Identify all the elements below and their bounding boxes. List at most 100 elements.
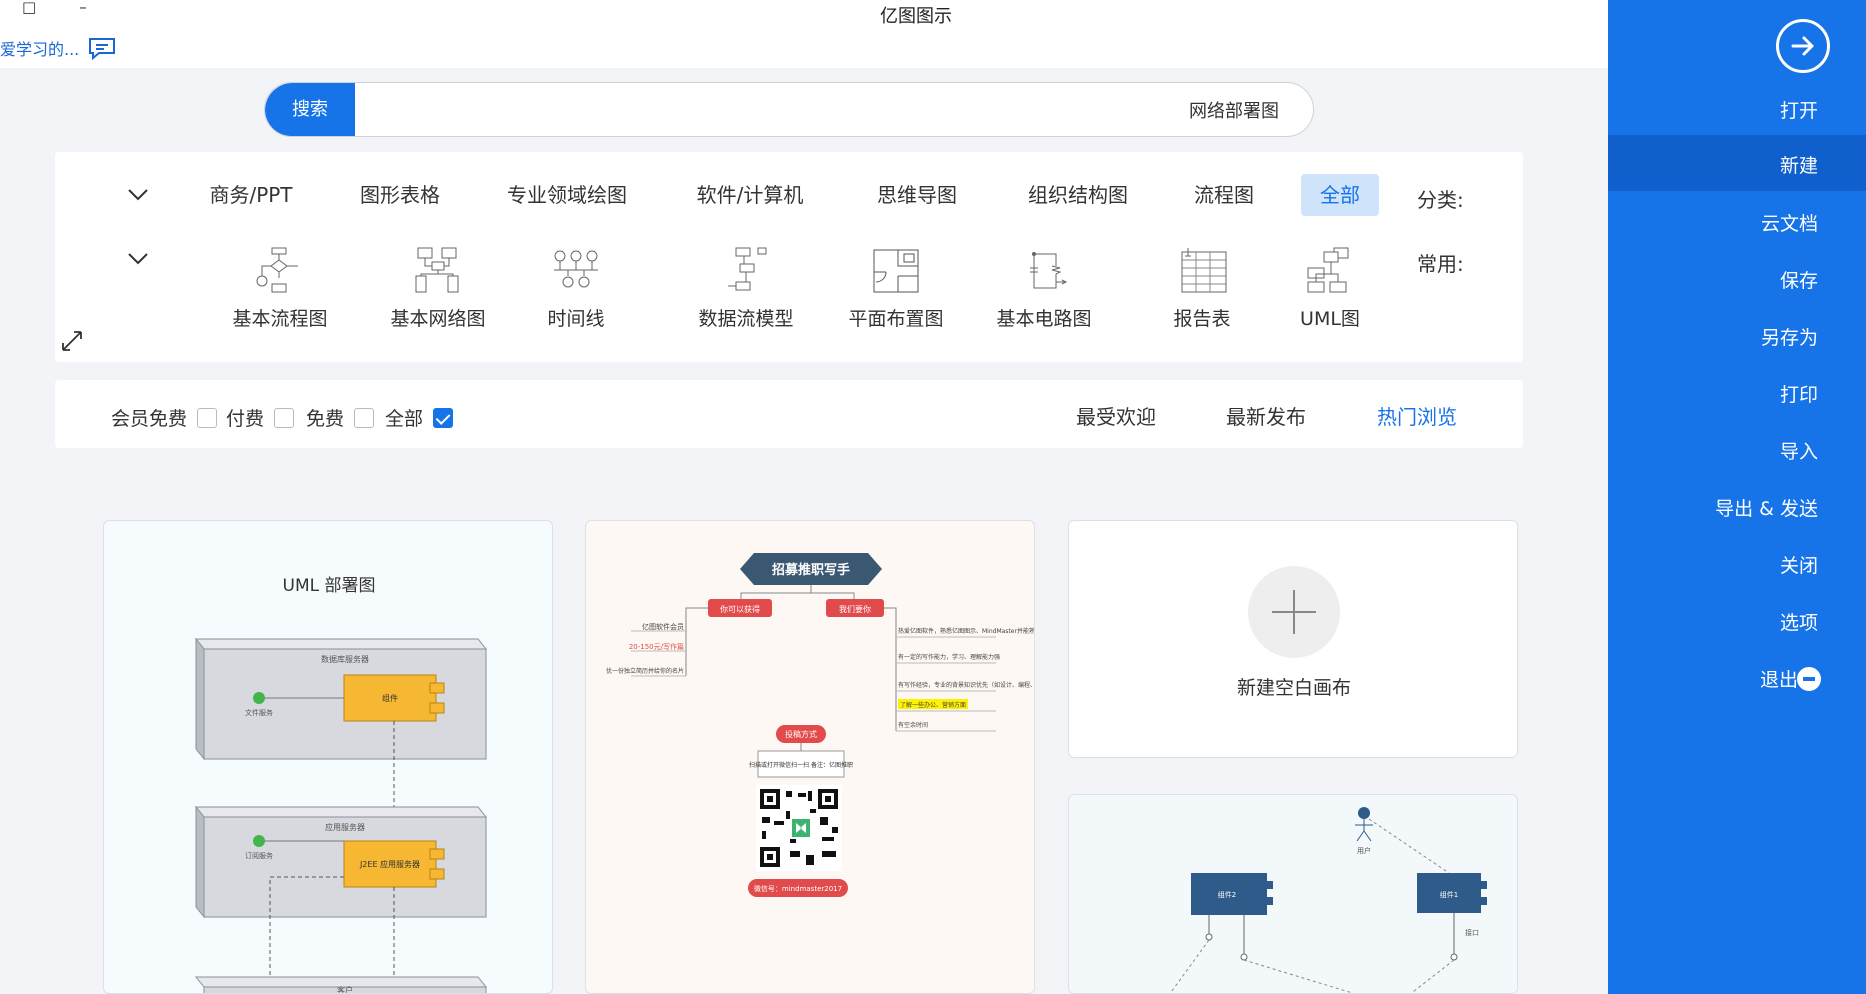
app-title: 亿图图示	[880, 6, 952, 27]
template-circuit[interactable]: 基本电路图	[979, 246, 1109, 331]
mind-map-preview: 招募推职写手 你可以获得 我们要你 亿图软件会员 20-150元/写作篇 优一份…	[606, 553, 1035, 897]
window-controls: □ –	[22, 0, 90, 18]
new-blank-label: 新建空白画布	[1236, 677, 1351, 699]
checkbox-paid[interactable]	[274, 407, 295, 428]
uml-title: UML 部署图	[283, 576, 376, 596]
mind-right-item: 有空余时间	[898, 721, 928, 729]
uml-node-label: 客户	[337, 985, 353, 994]
menu-cloud-docs[interactable]: 云文档	[1608, 193, 1866, 249]
checkbox-free[interactable]	[354, 407, 375, 428]
menu-exit[interactable]: 退出	[1608, 649, 1866, 705]
menu-import[interactable]: 导入	[1608, 421, 1866, 477]
floor-plan-icon	[873, 249, 919, 293]
category-mind-map[interactable]: 思维导图	[867, 174, 967, 216]
sort-newest[interactable]: 最新发布	[1226, 401, 1306, 430]
back-arrow-icon[interactable]	[1776, 19, 1830, 73]
mind-left-item: 优一份独立简历并给你的名片	[606, 667, 684, 675]
checkbox-member-free[interactable]	[197, 407, 218, 428]
template-uml[interactable]: UML图	[1265, 246, 1395, 331]
menu-print[interactable]: 打印	[1608, 364, 1866, 420]
template-search-bar: 搜索	[264, 82, 1314, 137]
uml-icon	[1307, 247, 1349, 293]
category-org-chart[interactable]: 组织结构图	[1015, 174, 1141, 216]
network-icon	[415, 247, 459, 293]
mind-right-item: 有一定的写作能力，学习、理解能力强	[898, 653, 1000, 661]
mind-right-item: 有写作经验，专业的背景知识优先（如设计、编程、办公）	[898, 681, 1035, 689]
uml-port-label: 文件服务	[245, 708, 273, 717]
uml-component-label: 组件	[382, 693, 398, 703]
uml-port-label: 订阅服务	[245, 851, 273, 860]
message-icon	[89, 38, 116, 60]
template-report-table[interactable]: 报告表	[1137, 246, 1267, 331]
mind-right-branch: 我们要你	[839, 604, 871, 614]
template-data-flow[interactable]: 数据流模型	[681, 246, 811, 331]
mind-wechat: 微信号：mindmaster2017	[754, 884, 842, 893]
file-menu-sidebar: 打开 新建 云文档 保存 另存为 打印 导入 导出 & 发送 关闭 选项 退出	[1608, 0, 1866, 994]
sort-hot[interactable]: 热门浏览	[1377, 401, 1457, 430]
mind-title: 招募推职写手	[772, 562, 850, 578]
mind-left-branch: 你可以获得	[720, 604, 760, 614]
category-software[interactable]: 软件/计算机	[685, 174, 815, 216]
data-flow-icon	[728, 247, 767, 291]
comp-label: 接口	[1465, 928, 1479, 937]
common-label: 常用:	[1417, 252, 1464, 276]
uml-component-label: J2EE 应用服务器	[359, 859, 420, 869]
category-flowchart[interactable]: 流程图	[1184, 174, 1264, 216]
comp-label: 组件2	[1218, 890, 1236, 899]
category-graphic-table[interactable]: 图形表格	[345, 174, 455, 216]
comp-label: 用户	[1357, 846, 1371, 855]
new-blank-canvas-card[interactable]: 新建空白画布	[1068, 520, 1518, 758]
title-bar: □ – 亿图图示 爱学习的...	[0, 0, 1608, 68]
chevron-down-icon[interactable]	[127, 252, 149, 266]
filter-member-free[interactable]: 会员免费	[111, 404, 218, 431]
mind-left-item: 亿图软件会员	[642, 622, 684, 631]
filter-paid[interactable]: 付费	[226, 404, 295, 431]
uml-deployment-preview: UML 部署图 数据库服务器 组件 文件服务 应用服务器 J2EE 应用服务器 …	[194, 576, 488, 994]
uml-node-label: 应用服务器	[325, 822, 365, 832]
category-all[interactable]: 全部	[1301, 174, 1379, 216]
category-panel: 分类: 全部 流程图 组织结构图 思维导图 软件/计算机 专业领域绘图 图形表格…	[55, 152, 1523, 362]
menu-save[interactable]: 保存	[1608, 250, 1866, 306]
template-card-component[interactable]: 用户 组件1 组件2 接口	[1068, 794, 1518, 994]
uml-node-label: 数据库服务器	[321, 654, 369, 664]
category-label: 分类:	[1417, 188, 1464, 212]
template-network[interactable]: 基本网络图	[373, 246, 503, 331]
exit-icon	[1797, 667, 1821, 691]
checkbox-all[interactable]	[433, 407, 454, 428]
template-flowchart[interactable]: 基本流程图	[215, 246, 345, 331]
filter-free[interactable]: 免费	[306, 404, 375, 431]
flowchart-icon	[256, 247, 298, 293]
user-account-link[interactable]: 爱学习的...	[0, 36, 117, 60]
menu-new[interactable]: 新建	[1608, 135, 1866, 191]
mind-left-item: 20-150元/写作篇	[629, 642, 684, 651]
plus-icon	[1248, 566, 1340, 658]
maximize-button[interactable]: □	[22, 0, 36, 18]
menu-options[interactable]: 选项	[1608, 592, 1866, 648]
comp-label: 组件1	[1440, 890, 1458, 899]
category-business-ppt[interactable]: 商务/PPT	[187, 174, 315, 216]
menu-export-send[interactable]: 导出 & 发送	[1608, 478, 1866, 534]
menu-close[interactable]: 关闭	[1608, 535, 1866, 591]
template-card-uml-deployment[interactable]: UML 部署图 数据库服务器 组件 文件服务 应用服务器 J2EE 应用服务器 …	[103, 520, 553, 994]
expand-icon[interactable]	[61, 330, 83, 352]
template-timeline[interactable]: 时间线	[511, 246, 641, 331]
timeline-icon	[554, 250, 598, 288]
mind-bottom-text: 扫描或打开微信扫一扫 备注：亿图推职	[749, 761, 853, 769]
circuit-icon	[1030, 252, 1068, 289]
template-card-mind-map[interactable]: 招募推职写手 你可以获得 我们要你 亿图软件会员 20-150元/写作篇 优一份…	[585, 520, 1035, 994]
minimize-button[interactable]: –	[76, 0, 90, 18]
menu-open[interactable]: 打开	[1608, 80, 1866, 136]
user-name: 爱学习的...	[0, 40, 80, 59]
search-input[interactable]	[361, 83, 1301, 136]
mind-right-item: 热爱亿图软件，熟悉亿图图示、MindMaster并能熟练使用	[898, 627, 1035, 635]
menu-save-as[interactable]: 另存为	[1608, 307, 1866, 363]
qr-code	[756, 785, 842, 871]
template-floor-plan[interactable]: 平面布置图	[831, 246, 961, 331]
filter-all[interactable]: 全部	[385, 404, 454, 431]
mind-bottom-title: 投稿方式	[785, 729, 817, 739]
category-professional[interactable]: 专业领域绘图	[493, 174, 641, 216]
search-button[interactable]: 搜索	[265, 83, 355, 136]
sort-popular[interactable]: 最受欢迎	[1076, 401, 1156, 430]
filter-bar: 热门浏览 最新发布 最受欢迎 全部 免费 付费 会员免费	[55, 380, 1523, 448]
chevron-down-icon[interactable]	[127, 188, 149, 202]
